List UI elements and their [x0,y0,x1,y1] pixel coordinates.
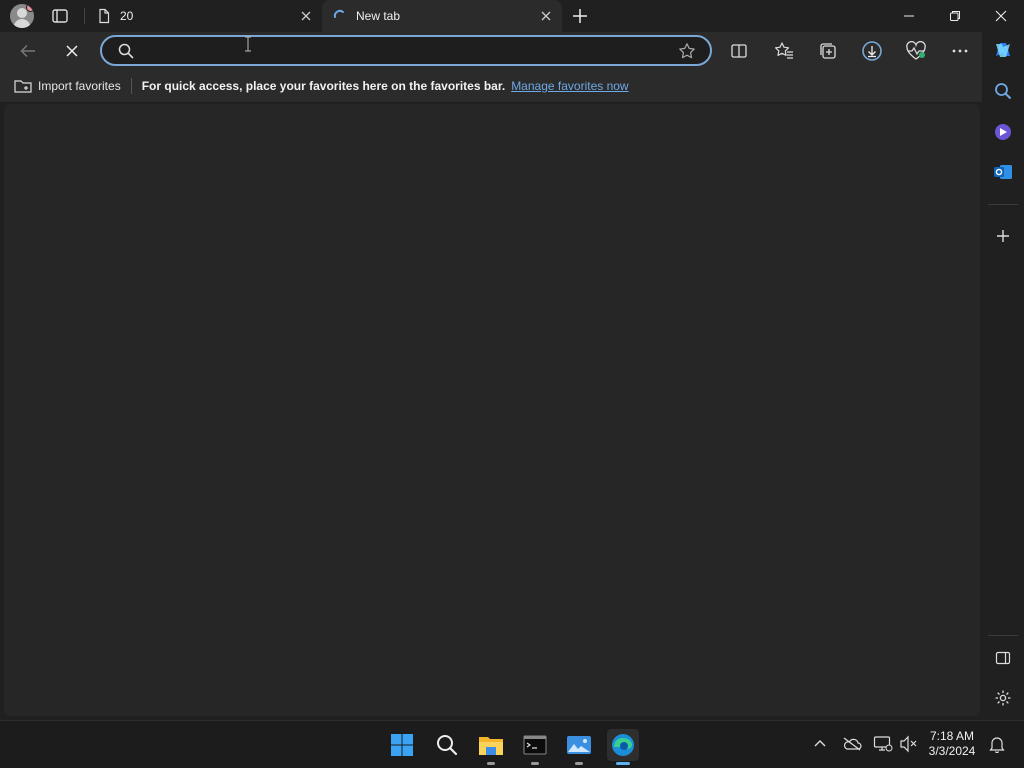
settings-more-icon[interactable] [948,39,972,63]
address-input[interactable] [140,40,670,62]
browser-essentials-icon[interactable] [904,39,928,63]
clock-date: 3/3/2024 [928,744,976,758]
file-explorer-icon[interactable] [475,729,507,765]
manage-favorites-link[interactable]: Manage favorites now [511,79,628,93]
toolbar [0,32,982,70]
favorites-bar: Import favorites For quick access, place… [0,70,982,102]
sidebar-search-icon[interactable] [991,79,1015,103]
taskbar-search-button[interactable] [431,729,463,761]
import-folder-icon [14,78,32,94]
sidebar-settings-gear-icon[interactable] [991,686,1015,710]
taskbar: 7:18 AM 3/3/2024 [0,720,1024,768]
import-favorites-button[interactable]: Import favorites [14,78,121,94]
onedrive-offline-icon[interactable] [841,733,863,755]
volume-muted-icon[interactable] [898,733,920,755]
divider [130,78,132,94]
search-icon [118,43,134,59]
restore-button[interactable] [932,0,978,32]
address-bar[interactable] [100,35,712,66]
profile-avatar[interactable] [10,4,34,28]
hide-sidebar-icon[interactable] [991,646,1015,670]
minimize-button[interactable] [886,0,932,32]
clock[interactable]: 7:18 AM 3/3/2024 [920,729,984,759]
loading-spinner-icon [332,8,348,24]
network-icon[interactable] [872,733,894,755]
tab-2[interactable]: New tab [322,0,562,32]
page-icon [96,8,112,24]
add-sidebar-app-icon[interactable] [991,224,1015,248]
discover-icon[interactable] [991,120,1015,144]
text-cursor-icon [244,36,252,52]
clock-time: 7:18 AM [929,729,975,743]
start-button[interactable] [386,729,418,761]
tab-actions-icon[interactable] [50,6,70,26]
page-content[interactable] [4,104,980,716]
notifications-bell-icon[interactable] [986,733,1008,755]
edge-browser-icon[interactable] [607,729,639,765]
add-favorite-star-icon[interactable] [678,42,696,60]
edge-sidebar [982,32,1024,720]
tab-label: 20 [120,9,134,23]
sidebar-divider [988,635,1018,636]
favorites-bar-message: For quick access, place your favorites h… [141,79,506,93]
back-button[interactable] [16,39,40,63]
divider [84,8,85,24]
stop-loading-button[interactable] [60,39,84,63]
close-window-button[interactable] [978,0,1024,32]
split-screen-button[interactable] [727,39,751,63]
close-tab-icon[interactable] [538,8,554,24]
favorites-button[interactable] [772,39,796,63]
copilot-icon[interactable] [991,38,1015,62]
running-indicator [487,762,495,765]
tab-1[interactable]: 20 [86,0,322,32]
notification-dot [26,4,34,12]
outlook-icon[interactable] [991,160,1015,184]
tab-label: New tab [356,9,401,23]
new-tab-button[interactable] [570,6,590,26]
show-hidden-icons-chevron-up-icon[interactable] [809,733,831,755]
active-indicator [616,762,630,765]
downloads-button[interactable] [860,39,884,63]
photos-app-icon[interactable] [563,729,595,765]
terminal-icon[interactable] [519,729,551,765]
import-favorites-label: Import favorites [38,79,121,93]
close-tab-icon[interactable] [298,8,314,24]
title-bar: 20 New tab [0,0,1024,32]
running-indicator [531,762,539,765]
sidebar-divider [988,204,1018,205]
running-indicator [575,762,583,765]
collections-button[interactable] [816,39,840,63]
